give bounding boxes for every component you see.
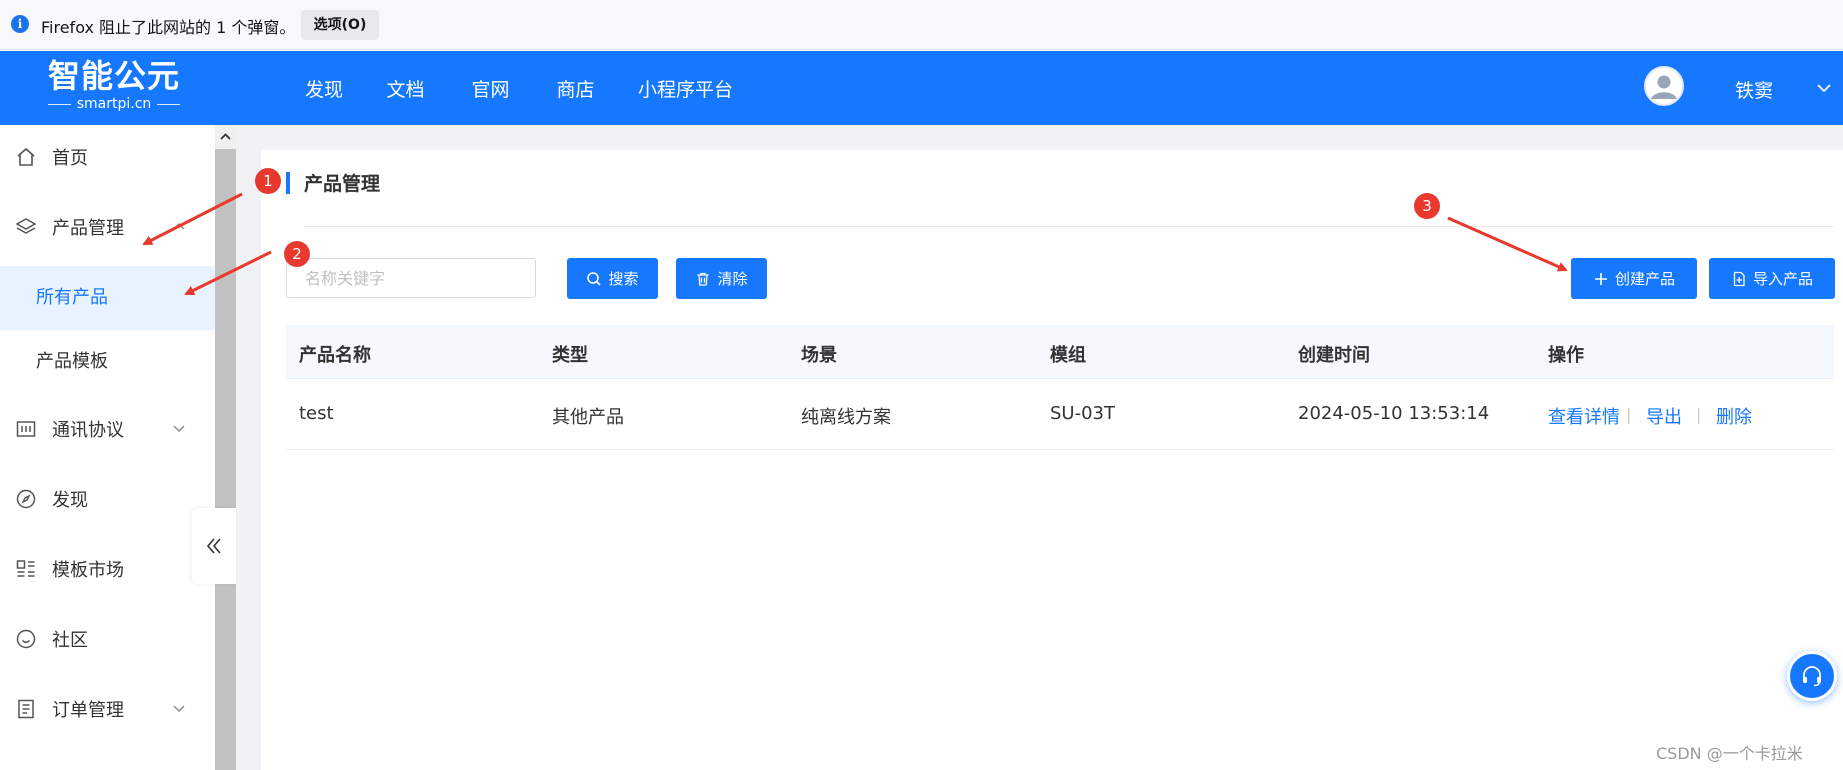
- sidebar-item-label: 订单管理: [52, 700, 124, 721]
- table-row: test 其他产品 纯离线方案 SU-03T 2024-05-10 13:53:…: [286, 379, 1834, 450]
- export-link[interactable]: 导出: [1646, 403, 1682, 429]
- sidebar-item-label: 产品管理: [52, 218, 124, 239]
- logo-subtitle: smartpi.cn: [48, 95, 180, 113]
- watermark: CSDN @一个卡拉米: [1656, 744, 1803, 763]
- chevron-up-icon: [173, 223, 185, 230]
- sidebar-item-home[interactable]: 首页: [0, 125, 215, 189]
- support-button[interactable]: [1787, 651, 1837, 701]
- scroll-up-button[interactable]: [215, 125, 236, 149]
- import-product-label: 导入产品: [1752, 270, 1813, 288]
- create-product-button[interactable]: 创建产品: [1571, 258, 1697, 299]
- info-icon: i: [11, 15, 29, 33]
- cell-name: test: [299, 403, 334, 424]
- action-separator: |: [1626, 405, 1632, 424]
- delete-link[interactable]: 删除: [1716, 403, 1752, 429]
- nav-docs[interactable]: 文档: [363, 75, 448, 102]
- layers-icon: [15, 218, 37, 234]
- sidebar-item-template-market[interactable]: 模板市场: [0, 537, 215, 601]
- search-button[interactable]: 搜索: [567, 258, 658, 299]
- annotation-marker-1: 1: [255, 168, 281, 194]
- cell-scene: 纯离线方案: [801, 407, 891, 428]
- sidebar-item-community[interactable]: 社区: [0, 607, 215, 671]
- sidebar-item-product-management[interactable]: 产品管理: [0, 195, 215, 259]
- username[interactable]: 铁窦: [1735, 76, 1773, 103]
- brand-logo[interactable]: 智能公元 smartpi.cn: [48, 57, 180, 119]
- nav-mini-program[interactable]: 小程序平台: [618, 75, 753, 102]
- chevron-up-icon: [220, 133, 231, 140]
- smile-icon: [16, 629, 36, 649]
- template-icon: [16, 560, 35, 577]
- sidebar: 首页 产品管理 所有产品 产品模板 通讯协议 发现 模板市场 社区 订单管理: [0, 125, 215, 770]
- home-icon: [17, 147, 35, 166]
- top-header: 智能公元 smartpi.cn 发现 文档 官网 商店 小程序平台 铁窦: [0, 51, 1843, 125]
- search-button-label: 搜索: [608, 270, 639, 288]
- sidebar-item-product-templates[interactable]: 产品模板: [0, 330, 215, 394]
- action-separator: |: [1696, 405, 1702, 424]
- sidebar-item-all-products[interactable]: 所有产品: [0, 266, 215, 330]
- column-header-scene: 场景: [801, 345, 837, 366]
- nav-discover[interactable]: 发现: [260, 75, 363, 102]
- view-details-link[interactable]: 查看详情: [1548, 403, 1620, 429]
- sidebar-item-label: 发现: [52, 490, 88, 511]
- cell-created: 2024-05-10 13:53:14: [1298, 403, 1490, 424]
- sidebar-item-orders[interactable]: 订单管理: [0, 677, 215, 741]
- trash-icon: [697, 272, 709, 286]
- annotation-marker-2: 2: [284, 241, 310, 267]
- chevron-down-icon: [173, 705, 185, 712]
- double-chevron-left-icon: [206, 538, 221, 554]
- nav-store[interactable]: 商店: [533, 75, 618, 102]
- logo-title: 智能公元: [48, 57, 181, 95]
- search-icon: [587, 271, 602, 286]
- clear-button[interactable]: 清除: [676, 258, 767, 299]
- top-nav: 发现 文档 官网 商店 小程序平台: [260, 51, 753, 125]
- sidebar-item-label: 模板市场: [52, 560, 124, 581]
- title-divider: [304, 226, 1834, 227]
- headset-icon: [1803, 666, 1821, 687]
- compass-icon: [16, 489, 36, 509]
- page-title: 产品管理: [304, 173, 381, 195]
- cell-module: SU-03T: [1050, 403, 1115, 424]
- logo-domain: smartpi.cn: [76, 96, 152, 112]
- cell-type: 其他产品: [552, 407, 624, 428]
- sidebar-item-protocols[interactable]: 通讯协议: [0, 397, 215, 461]
- sidebar-item-label: 首页: [52, 148, 88, 169]
- create-product-label: 创建产品: [1614, 270, 1675, 288]
- title-accent-bar: [286, 172, 290, 194]
- protocol-icon: [16, 421, 36, 437]
- file-import-icon: [1733, 271, 1745, 286]
- annotation-marker-3: 3: [1414, 193, 1440, 219]
- sidebar-item-label: 社区: [52, 630, 88, 651]
- sidebar-item-discover[interactable]: 发现: [0, 467, 215, 531]
- search-input[interactable]: [286, 258, 536, 298]
- popup-blocked-message: Firefox 阻止了此网站的 1 个弹窗。: [41, 18, 296, 37]
- popup-options-button[interactable]: 选项(O): [301, 10, 379, 40]
- user-avatar-icon: [1646, 68, 1682, 104]
- content-panel: [261, 150, 1843, 770]
- avatar[interactable]: [1644, 66, 1684, 106]
- popup-blocked-bar: i Firefox 阻止了此网站的 1 个弹窗。 选项(O): [0, 0, 1843, 50]
- column-header-name: 产品名称: [299, 345, 371, 366]
- column-header-created: 创建时间: [1298, 345, 1370, 366]
- column-header-module: 模组: [1050, 345, 1086, 366]
- chevron-down-icon[interactable]: [1814, 78, 1834, 98]
- chevron-down-icon: [173, 425, 185, 432]
- import-product-button[interactable]: 导入产品: [1709, 258, 1835, 299]
- plus-icon: [1594, 272, 1607, 285]
- column-header-actions: 操作: [1548, 345, 1584, 366]
- nav-official-site[interactable]: 官网: [448, 75, 533, 102]
- order-icon: [18, 699, 34, 719]
- table-header: 产品名称 类型 场景 模组 创建时间 操作: [286, 325, 1834, 379]
- column-header-type: 类型: [552, 345, 588, 366]
- sidebar-item-label: 通讯协议: [52, 420, 124, 441]
- clear-button-label: 清除: [717, 270, 748, 288]
- sidebar-collapse-button[interactable]: [192, 508, 236, 584]
- sidebar-scrollbar[interactable]: [215, 125, 236, 770]
